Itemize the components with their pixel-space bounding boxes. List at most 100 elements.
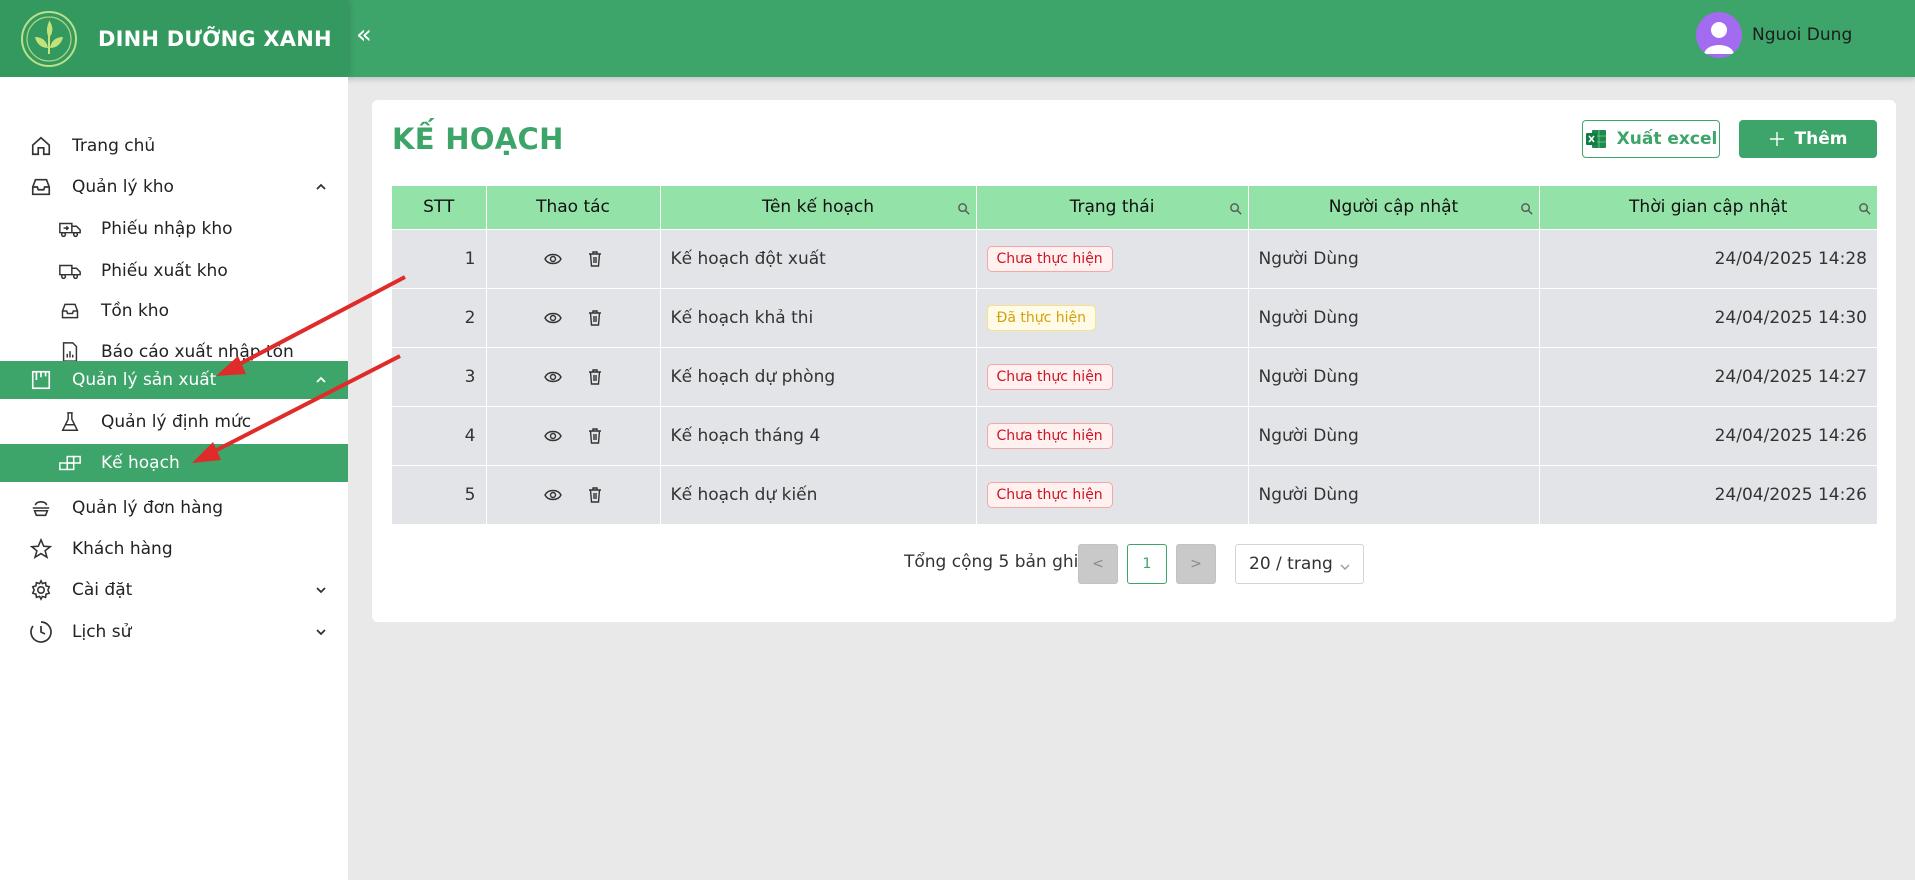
row-actions — [486, 228, 661, 288]
page-size-select[interactable]: 20 / trang — [1235, 544, 1364, 584]
row-plan-name: Kế hoạch dự phòng — [660, 346, 977, 406]
status-badge: Chưa thực hiện — [986, 245, 1113, 272]
sidebar-item-khach-hang[interactable]: Khách hàng — [0, 530, 348, 568]
chevron-right-icon: > — [1190, 556, 1202, 572]
table-row: 4 Kế hoạch tháng 4 Chưa thực hiện Người … — [392, 405, 1877, 465]
sidebar-item-ton-kho[interactable]: Tồn kho — [0, 292, 348, 330]
column-header-trang-thai[interactable]: Trạng thái — [976, 186, 1249, 229]
column-header-label: Thời gian cập nhật — [1629, 197, 1788, 218]
chevron-down-icon — [313, 582, 329, 598]
collapse-sidebar-icon[interactable]: « — [350, 20, 378, 50]
brand[interactable]: DINH DƯỠNG XANH — [0, 0, 348, 77]
sidebar-item-phieu-nhap-kho[interactable]: Phiếu nhập kho — [0, 210, 348, 248]
status-badge: Chưa thực hiện — [986, 422, 1113, 449]
sidebar-item-label: Trang chủ — [72, 136, 156, 156]
column-header-label: Tên kế hoạch — [761, 197, 875, 218]
sidebar-item-label: Quản lý định mức — [101, 412, 252, 432]
sidebar-item-label: Lịch sử — [72, 622, 132, 642]
row-actions — [486, 464, 661, 524]
clock-icon — [28, 619, 54, 645]
trash-icon[interactable] — [588, 427, 602, 444]
status-badge: Chưa thực hiện — [986, 481, 1113, 508]
row-updated-by: Người Dùng — [1248, 464, 1540, 524]
row-actions — [486, 346, 661, 406]
row-actions — [486, 405, 661, 465]
blocks-icon — [57, 450, 83, 476]
table-row: 1 Kế hoạch đột xuất Chưa thực hiện Người… — [392, 228, 1877, 288]
logo-icon — [20, 10, 78, 68]
sidebar-item-quan-ly-kho[interactable]: Quản lý kho — [0, 168, 348, 206]
row-status: Chưa thực hiện — [976, 228, 1249, 288]
column-header-nguoi-cap-nhat[interactable]: Người cập nhật — [1248, 186, 1540, 229]
sidebar-item-phieu-xuat-kho[interactable]: Phiếu xuất kho — [0, 252, 348, 290]
sidebar: Trang chủ Quản lý kho Phiếu nhập kho Phi… — [0, 77, 348, 880]
row-updated-at: 24/04/2025 14:26 — [1539, 464, 1877, 524]
sidebar-item-trang-chu[interactable]: Trang chủ — [0, 127, 348, 165]
add-button[interactable]: Thêm — [1739, 120, 1877, 158]
eye-icon[interactable] — [544, 370, 563, 384]
sidebar-item-ke-hoach[interactable]: Kế hoạch — [0, 444, 348, 482]
prev-page-button[interactable]: < — [1078, 544, 1118, 584]
plan-table: STT Thao tác Tên kế hoạch Trạng thái Ngư… — [392, 186, 1877, 524]
chevron-down-icon — [313, 624, 329, 640]
search-icon[interactable] — [1520, 200, 1533, 220]
row-stt: 5 — [392, 464, 487, 524]
chevron-up-icon — [313, 372, 329, 388]
sidebar-item-label: Khách hàng — [72, 539, 173, 559]
column-header-label: Người cập nhật — [1328, 197, 1459, 218]
sidebar-item-quan-ly-dinh-muc[interactable]: Quản lý định mức — [0, 403, 348, 441]
sidebar-item-label: Quản lý đơn hàng — [72, 498, 224, 518]
export-excel-button[interactable]: Xuất excel — [1582, 120, 1720, 158]
plus-icon — [1769, 131, 1785, 147]
row-plan-name: Kế hoạch đột xuất — [660, 228, 977, 288]
gear-icon — [28, 577, 54, 603]
page-button-current[interactable]: 1 — [1127, 544, 1167, 584]
sidebar-item-label: Phiếu xuất kho — [101, 261, 228, 281]
trash-icon[interactable] — [588, 250, 602, 267]
row-updated-at: 24/04/2025 14:26 — [1539, 405, 1877, 465]
page-size-value: 20 / trang — [1249, 554, 1333, 574]
sidebar-item-lich-su[interactable]: Lịch sử — [0, 613, 348, 651]
column-header-thoi-gian-cap-nhat[interactable]: Thời gian cập nhật — [1539, 186, 1877, 229]
sidebar-item-label: Phiếu nhập kho — [101, 219, 233, 239]
eye-icon[interactable] — [544, 311, 563, 325]
trash-icon[interactable] — [588, 309, 602, 326]
eye-icon[interactable] — [544, 252, 563, 266]
flask-icon — [57, 409, 83, 435]
row-updated-by: Người Dùng — [1248, 287, 1540, 347]
search-icon[interactable] — [1229, 200, 1242, 220]
sidebar-item-quan-ly-san-xuat[interactable]: Quản lý sản xuất — [0, 361, 348, 399]
sidebar-item-label: Kế hoạch — [101, 453, 180, 473]
column-header-ten-ke-hoach[interactable]: Tên kế hoạch — [660, 186, 977, 229]
home-icon — [28, 133, 54, 159]
total-records: Tổng cộng 5 bản ghi — [904, 552, 1079, 572]
trash-icon[interactable] — [588, 487, 602, 503]
eye-icon[interactable] — [544, 488, 563, 502]
row-plan-name: Kế hoạch khả thi — [660, 287, 977, 347]
eye-icon[interactable] — [544, 429, 563, 443]
next-page-button[interactable]: > — [1176, 544, 1216, 584]
row-stt: 4 — [392, 405, 487, 465]
excel-icon — [1585, 129, 1607, 149]
row-updated-at: 24/04/2025 14:28 — [1539, 228, 1877, 288]
truck-in-icon — [57, 216, 83, 242]
search-icon[interactable] — [1858, 200, 1871, 220]
top-bar: DINH DƯỠNG XANH « Nguoi Dung — [0, 0, 1915, 77]
sidebar-item-label: Quản lý sản xuất — [72, 370, 217, 390]
search-icon[interactable] — [957, 200, 970, 220]
row-plan-name: Kế hoạch tháng 4 — [660, 405, 977, 465]
column-header-label: Trạng thái — [1069, 197, 1155, 218]
sidebar-item-cai-dat[interactable]: Cài đặt — [0, 571, 348, 609]
chevron-down-icon — [1339, 558, 1351, 578]
factory-icon — [28, 367, 54, 393]
sidebar-item-label: Quản lý kho — [72, 177, 174, 197]
status-badge: Chưa thực hiện — [986, 363, 1113, 390]
column-header-stt: STT — [392, 186, 487, 229]
row-updated-at: 24/04/2025 14:27 — [1539, 346, 1877, 406]
trash-icon[interactable] — [588, 368, 602, 385]
user-menu[interactable]: Nguoi Dung — [1696, 12, 1852, 58]
sidebar-item-quan-ly-don-hang[interactable]: Quản lý đơn hàng — [0, 489, 348, 527]
star-icon — [28, 536, 54, 562]
export-excel-label: Xuất excel — [1616, 129, 1718, 149]
sidebar-item-label: Tồn kho — [101, 301, 169, 321]
